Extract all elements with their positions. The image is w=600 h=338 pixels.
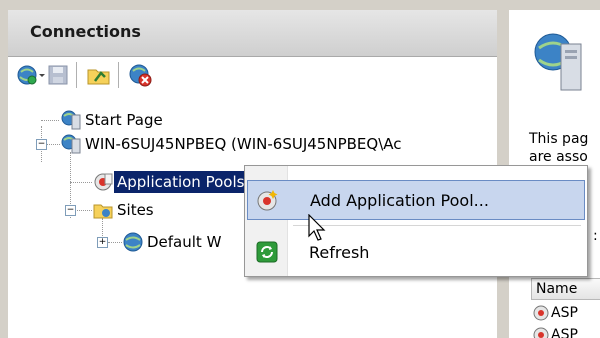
tree-item-application-pools[interactable]: Application Pools — [92, 170, 248, 194]
window-frame-top — [0, 0, 600, 10]
folder-up-icon — [87, 69, 110, 85]
connect-icon — [17, 65, 45, 85]
default-site-expand-toggle[interactable]: + — [97, 237, 108, 248]
connections-toolbar — [16, 58, 497, 92]
pane-description-line-2: are asso — [529, 149, 588, 165]
filter-label: : — [593, 228, 598, 244]
toolbar-separator — [76, 62, 80, 88]
app-pool-icon — [533, 327, 549, 338]
tree-line — [46, 144, 60, 145]
tree-line — [41, 120, 59, 121]
tree-item-start-page[interactable]: Start Page — [60, 108, 166, 132]
menu-item-refresh[interactable]: Refresh — [247, 232, 585, 272]
mouse-cursor-icon — [308, 214, 326, 241]
start-page-icon — [61, 110, 81, 130]
menu-item-add-application-pool[interactable]: Add Application Pool... — [247, 180, 585, 220]
tree-label-default-web-site: Default W — [147, 233, 222, 251]
tree-line — [108, 242, 122, 243]
connect-button[interactable] — [16, 62, 46, 88]
tree-label-start-page: Start Page — [85, 111, 163, 129]
tree-line — [74, 210, 92, 211]
tree-label-application-pools: Application Pools — [114, 171, 248, 193]
up-folder-button[interactable] — [86, 62, 112, 88]
tree-line — [70, 182, 92, 183]
sites-folder-icon — [93, 204, 113, 219]
server-icon — [61, 134, 81, 154]
refresh-icon — [247, 240, 287, 264]
list-item-label: ASP — [551, 305, 578, 321]
tree-label-server: WIN-6SUJ45NPBEQ (WIN-6SUJ45NPBEQ\Ac — [85, 135, 402, 153]
website-globe-icon — [123, 232, 143, 252]
menu-item-label: Add Application Pool... — [310, 190, 489, 210]
context-menu: Add Application Pool... Refresh — [244, 165, 588, 277]
server-collapse-toggle[interactable]: − — [36, 139, 47, 150]
list-item-label: ASP — [551, 327, 578, 338]
tree-item-server[interactable]: WIN-6SUJ45NPBEQ (WIN-6SUJ45NPBEQ\Ac — [60, 132, 405, 156]
add-app-pool-icon — [248, 188, 288, 212]
menu-separator — [293, 225, 581, 226]
sites-collapse-toggle[interactable]: − — [65, 205, 76, 216]
list-item[interactable]: ASP — [531, 324, 578, 338]
window-frame-left — [0, 0, 8, 338]
disconnect-icon — [129, 64, 152, 87]
app-pool-icon — [533, 305, 549, 321]
list-item[interactable]: ASP — [531, 302, 578, 324]
save-icon — [48, 65, 68, 85]
tree-label-sites: Sites — [117, 201, 154, 219]
server-large-icon — [534, 33, 582, 91]
connections-header: Connections — [8, 10, 497, 57]
column-header-name[interactable]: Name — [531, 278, 600, 300]
tree-item-default-web-site[interactable]: Default W — [122, 230, 224, 254]
menu-item-label: Refresh — [309, 242, 370, 262]
toolbar-separator — [118, 62, 122, 88]
app-pool-icon — [94, 173, 113, 191]
disconnect-button[interactable] — [128, 62, 154, 88]
save-button[interactable] — [46, 62, 70, 88]
pane-description-line-1: This pag — [529, 131, 589, 147]
tree-item-sites[interactable]: Sites — [92, 198, 157, 222]
connections-title: Connections — [30, 22, 141, 41]
